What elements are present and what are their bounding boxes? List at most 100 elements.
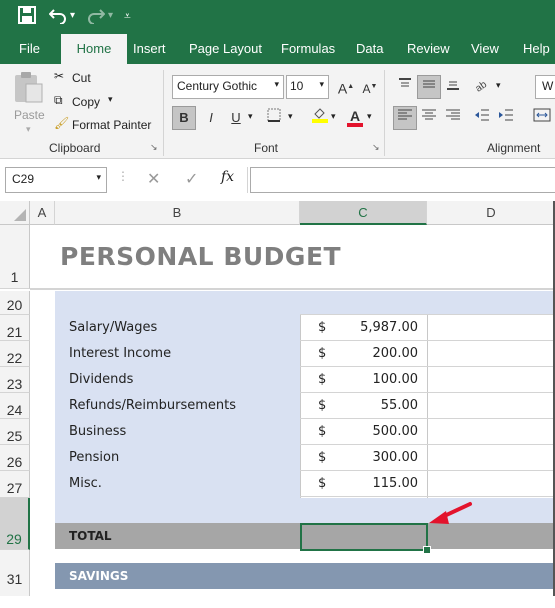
cut-button[interactable]: Cut (72, 71, 91, 85)
row-header-31[interactable]: 31 (0, 550, 30, 596)
customize-icon[interactable]: ⩡ (124, 6, 131, 26)
tab-view[interactable]: View (467, 34, 503, 64)
fill-handle[interactable] (423, 546, 431, 554)
income-amount[interactable]: 55.00 (330, 398, 418, 413)
formula-bar: C29 ▾ ⋮ ✕ ✓ fx (0, 159, 555, 202)
bold-button[interactable]: B (172, 106, 196, 130)
font-name-dropdown-icon: ▾ (274, 79, 279, 89)
name-box[interactable]: C29 ▾ (5, 167, 107, 193)
income-amount[interactable]: 300.00 (330, 450, 419, 465)
tab-review[interactable]: Review (403, 34, 454, 64)
merge-center-icon[interactable] (530, 106, 554, 130)
redo-dropdown-icon[interactable]: ▾ (108, 6, 113, 26)
income-amount[interactable]: 115.00 (330, 476, 419, 491)
decrease-indent-icon[interactable] (470, 106, 494, 130)
paste-button[interactable]: Paste (12, 70, 46, 122)
row-gridline (300, 444, 555, 445)
copy-dropdown-icon[interactable]: ▾ (108, 94, 113, 105)
column-header-d[interactable]: D (427, 201, 555, 225)
copy-button[interactable]: Copy (72, 95, 100, 109)
ribbon-tabs: File Home Insert Page Layout Formulas Da… (0, 34, 555, 64)
undo-dropdown-icon[interactable]: ▾ (70, 6, 75, 26)
row-header-20[interactable]: 20 (0, 291, 30, 315)
column-header-a[interactable]: A (30, 201, 55, 225)
row-gridline (300, 366, 555, 367)
row-header-22[interactable]: 22 (0, 341, 30, 367)
fill-color-icon[interactable] (308, 104, 332, 128)
font-color-dropdown-icon[interactable]: ▾ (367, 111, 372, 122)
enter-icon[interactable]: ✓ (185, 169, 198, 189)
tab-insert[interactable]: Insert (129, 34, 170, 64)
spacer-band (55, 498, 555, 523)
income-amount[interactable]: 200.00 (330, 346, 419, 361)
orientation-dropdown-icon[interactable]: ▾ (496, 80, 501, 91)
row-header-23[interactable]: 23 (0, 367, 30, 393)
undo-icon[interactable] (48, 6, 67, 29)
currency-symbol: $ (318, 320, 327, 335)
row-header-1[interactable]: 1 (0, 225, 30, 289)
tab-data[interactable]: Data (352, 34, 387, 64)
row-gridline (300, 314, 555, 315)
underline-button[interactable]: U (224, 106, 248, 130)
clipboard-launcher-icon[interactable]: ↘ (150, 142, 158, 153)
font-launcher-icon[interactable]: ↘ (372, 142, 380, 153)
clipboard-group-label: Clipboard (49, 141, 101, 155)
income-amount[interactable]: 100.00 (330, 372, 419, 387)
tab-home[interactable]: Home (61, 34, 127, 64)
font-size-select[interactable]: 10 ▾ (286, 75, 329, 99)
currency-symbol: $ (318, 424, 327, 439)
income-label: Refunds/Reimbursements (69, 398, 237, 413)
tab-page-layout[interactable]: Page Layout (185, 34, 266, 64)
font-size-value: 10 (290, 79, 304, 93)
borders-icon[interactable] (262, 106, 286, 130)
insert-function-button[interactable]: fx (221, 169, 234, 185)
increase-font-size-icon[interactable]: A▲ (334, 75, 358, 99)
borders-dropdown-icon[interactable]: ▾ (288, 111, 293, 122)
select-all-corner[interactable] (0, 201, 30, 225)
row-header-25[interactable]: 25 (0, 419, 30, 445)
paste-icon (15, 72, 43, 103)
income-label: Pension (69, 450, 120, 465)
cancel-icon[interactable]: ✕ (147, 169, 160, 189)
align-right-icon[interactable] (441, 106, 465, 130)
row-header-24[interactable]: 24 (0, 393, 30, 419)
income-amount[interactable]: 500.00 (330, 424, 419, 439)
tab-formulas[interactable]: Formulas (277, 34, 339, 64)
tab-help[interactable]: Help (519, 34, 554, 64)
format-painter-button[interactable]: Format Painter (72, 118, 151, 132)
wrap-text-button[interactable]: W (535, 75, 555, 99)
top-align-icon[interactable] (393, 75, 417, 99)
increase-indent-icon[interactable] (494, 106, 518, 130)
font-name-select[interactable]: Century Gothic ▾ (172, 75, 284, 99)
align-center-icon[interactable] (417, 106, 441, 130)
currency-symbol: $ (318, 372, 327, 387)
italic-button[interactable]: I (199, 106, 223, 130)
fill-color-dropdown-icon[interactable]: ▾ (331, 111, 336, 122)
decrease-font-size-icon[interactable]: A▼ (358, 75, 382, 99)
bottom-align-icon[interactable] (441, 75, 465, 99)
selected-cell-c29[interactable] (300, 523, 428, 551)
align-left-icon[interactable] (393, 106, 417, 130)
ribbon-separator (163, 70, 164, 156)
row-header-21[interactable]: 21 (0, 315, 30, 341)
income-amount[interactable]: 5,987.00 (330, 320, 418, 335)
bottom-row (30, 589, 555, 596)
middle-align-icon[interactable] (417, 75, 441, 99)
title-bar: ▾ ▾ ⩡ (0, 0, 555, 34)
currency-symbol: $ (318, 398, 327, 413)
formula-input[interactable] (250, 167, 555, 193)
row-header-29[interactable]: 29 (0, 498, 30, 550)
row-header-27[interactable]: 27 (0, 471, 30, 498)
save-icon[interactable] (18, 6, 36, 29)
font-color-icon[interactable]: A (343, 104, 367, 128)
row-header-26[interactable]: 26 (0, 445, 30, 471)
row-gridline (300, 470, 555, 471)
orientation-icon[interactable]: ab (470, 75, 494, 99)
redo-icon[interactable] (87, 6, 106, 29)
sheet-title: PERSONAL BUDGET (60, 242, 342, 271)
underline-dropdown-icon[interactable]: ▾ (248, 111, 253, 122)
tab-file[interactable]: File (15, 34, 44, 64)
paste-dropdown-icon[interactable]: ▾ (26, 124, 31, 135)
column-header-c[interactable]: C (300, 201, 427, 225)
column-header-b[interactable]: B (55, 201, 300, 225)
